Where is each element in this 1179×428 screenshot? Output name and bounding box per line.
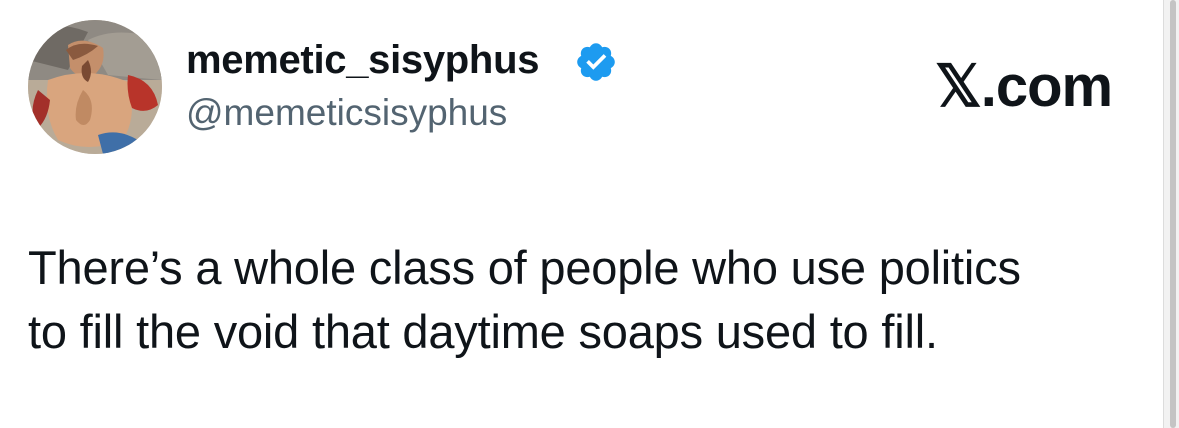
- author-handle[interactable]: @memeticsisyphus: [186, 92, 507, 134]
- tweet-text: There’s a whole class of people who use …: [28, 236, 1148, 364]
- scrollbar[interactable]: [1163, 0, 1179, 428]
- avatar[interactable]: [28, 20, 162, 154]
- author-display-name[interactable]: memetic_sisyphus: [186, 38, 539, 83]
- tweet-card: memetic_sisyphus @memeticsisyphus 𝕏.com …: [0, 0, 1179, 428]
- avatar-painting-icon: [28, 20, 162, 154]
- tweet-text-line: to fill the void that daytime soaps used…: [28, 305, 938, 358]
- tweet-text-line: There’s a whole class of people who use …: [28, 241, 1021, 294]
- scrollbar-thumb[interactable]: [1170, 0, 1176, 428]
- verified-badge-icon: [577, 43, 615, 81]
- x-brand-logo: 𝕏.com: [935, 54, 1113, 119]
